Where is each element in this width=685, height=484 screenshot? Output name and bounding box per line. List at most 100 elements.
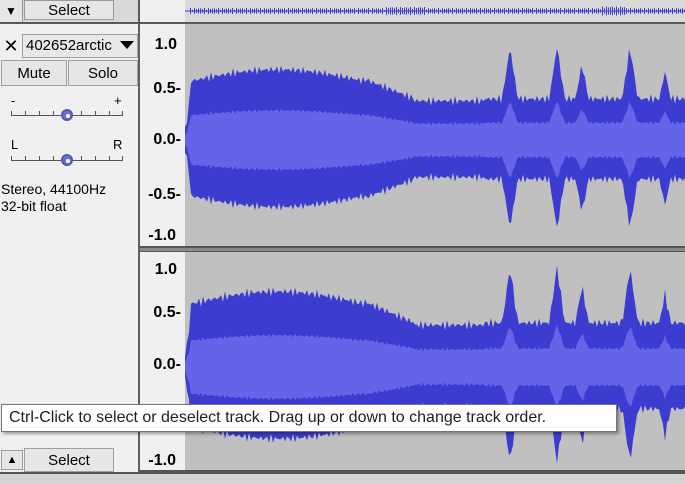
previous-waveform-sample bbox=[400, 7, 401, 15]
previous-waveform-sample bbox=[640, 8, 641, 14]
collapse-track-button[interactable]: ▲ bbox=[1, 450, 23, 470]
previous-waveform-sample bbox=[662, 8, 663, 14]
gain-slider-tick bbox=[122, 111, 123, 115]
previous-waveform-sample bbox=[268, 8, 269, 14]
previous-waveform-sample bbox=[518, 8, 519, 14]
previous-waveform-sample bbox=[454, 9, 455, 13]
select-track-button[interactable]: Select bbox=[24, 448, 114, 472]
channel-divider[interactable] bbox=[140, 246, 685, 252]
previous-waveform-sample bbox=[456, 8, 457, 14]
track-name: 402652arctic bbox=[26, 37, 112, 54]
close-icon: ✕ bbox=[3, 36, 19, 56]
previous-waveform-sample bbox=[646, 9, 647, 13]
previous-waveform-sample bbox=[572, 9, 573, 13]
waveform-channel-left[interactable] bbox=[185, 48, 685, 227]
previous-waveform-sample bbox=[418, 7, 419, 15]
previous-waveform-sample bbox=[468, 9, 469, 13]
ruler-label-ch1-zero: 0.0- bbox=[153, 131, 181, 148]
waveform-channel-right[interactable] bbox=[185, 265, 685, 464]
previous-waveform-sample bbox=[494, 8, 495, 14]
previous-waveform-sample bbox=[550, 8, 551, 14]
previous-waveform-sample bbox=[392, 7, 393, 15]
previous-waveform-sample bbox=[262, 9, 263, 13]
previous-waveform-sample bbox=[432, 8, 433, 14]
previous-waveform-sample bbox=[360, 9, 361, 13]
previous-waveform-sample bbox=[408, 8, 409, 14]
previous-waveform-sample bbox=[670, 9, 671, 13]
previous-waveform-sample bbox=[348, 8, 349, 14]
previous-waveform-sample bbox=[464, 9, 465, 13]
previous-waveform-sample bbox=[256, 8, 257, 14]
previous-waveform-sample bbox=[602, 6, 603, 16]
previous-waveform-sample bbox=[276, 9, 277, 13]
previous-waveform-sample bbox=[508, 8, 509, 14]
previous-waveform-sample bbox=[416, 7, 417, 15]
previous-waveform-sample bbox=[540, 8, 541, 14]
previous-waveform-sample bbox=[498, 8, 499, 14]
previous-waveform-sample bbox=[358, 8, 359, 14]
gain-slider[interactable] bbox=[11, 104, 123, 122]
previous-waveform-sample bbox=[278, 8, 279, 14]
solo-button[interactable]: Solo bbox=[68, 60, 138, 86]
close-track-button[interactable]: ✕ bbox=[2, 36, 20, 56]
previous-waveform-sample bbox=[444, 8, 445, 14]
select-track-button-top[interactable]: Select bbox=[24, 0, 114, 20]
previous-waveform-sample bbox=[552, 9, 553, 13]
previous-waveform-sample bbox=[232, 8, 233, 14]
previous-waveform-sample bbox=[380, 9, 381, 13]
previous-waveform-sample bbox=[402, 8, 403, 14]
previous-waveform-sample bbox=[370, 9, 371, 13]
previous-waveform-sample bbox=[212, 8, 213, 14]
pan-slider-tick bbox=[39, 156, 40, 160]
previous-waveform-sample bbox=[554, 8, 555, 14]
sample-rate-label: Stereo, 44100Hz bbox=[1, 181, 107, 197]
previous-waveform-sample bbox=[206, 9, 207, 13]
previous-waveform-sample bbox=[220, 9, 221, 13]
previous-waveform-sample bbox=[660, 9, 661, 13]
previous-waveform-sample bbox=[458, 8, 459, 14]
previous-waveform-sample bbox=[538, 9, 539, 13]
previous-waveform-sample bbox=[382, 8, 383, 14]
pan-slider[interactable] bbox=[11, 149, 123, 167]
previous-waveform-sample bbox=[604, 8, 605, 14]
previous-waveform-sample bbox=[504, 8, 505, 14]
previous-waveform-sample bbox=[534, 9, 535, 13]
ruler-label-ch1-top: 1.0 bbox=[154, 36, 177, 53]
previous-waveform-sample bbox=[536, 8, 537, 14]
previous-waveform-sample bbox=[440, 9, 441, 13]
previous-waveform-sample bbox=[560, 8, 561, 14]
previous-waveform-sample bbox=[584, 8, 585, 14]
previous-waveform-sample bbox=[558, 9, 559, 13]
mute-button[interactable]: Mute bbox=[1, 60, 67, 86]
previous-waveform-sample bbox=[578, 8, 579, 14]
previous-waveform-sample bbox=[310, 8, 311, 14]
previous-waveform-sample bbox=[448, 8, 449, 14]
previous-waveform-sample bbox=[568, 8, 569, 14]
previous-waveform-sample bbox=[248, 9, 249, 13]
previous-waveform-sample bbox=[300, 9, 301, 13]
previous-waveform-sample bbox=[202, 9, 203, 13]
collapse-track-button[interactable]: ▼ bbox=[0, 0, 23, 22]
previous-waveform-sample bbox=[532, 8, 533, 14]
previous-waveform-sample bbox=[476, 8, 477, 14]
previous-waveform-sample bbox=[564, 8, 565, 14]
previous-waveform-sample bbox=[676, 8, 677, 14]
track-format-info: Stereo, 44100Hz 32-bit float bbox=[1, 181, 137, 215]
previous-waveform-sample bbox=[590, 9, 591, 13]
gain-slider-tick bbox=[53, 111, 54, 115]
previous-waveform-sample bbox=[386, 7, 387, 15]
previous-waveform-sample bbox=[586, 9, 587, 13]
pan-slider-thumb[interactable] bbox=[61, 154, 73, 166]
previous-waveform-sample bbox=[388, 8, 389, 14]
previous-track-waveform[interactable] bbox=[185, 0, 685, 22]
previous-waveform-sample bbox=[366, 9, 367, 13]
previous-waveform-sample bbox=[324, 8, 325, 14]
pan-slider-tick bbox=[53, 156, 54, 160]
gain-slider-tick bbox=[81, 111, 82, 115]
previous-waveform-sample bbox=[680, 8, 681, 14]
ruler-label-ch2-bottom: -1.0 bbox=[148, 452, 176, 469]
previous-waveform-sample bbox=[516, 8, 517, 14]
previous-waveform-sample bbox=[542, 8, 543, 14]
gain-slider-thumb[interactable] bbox=[61, 109, 73, 121]
previous-waveform-sample bbox=[574, 8, 575, 14]
